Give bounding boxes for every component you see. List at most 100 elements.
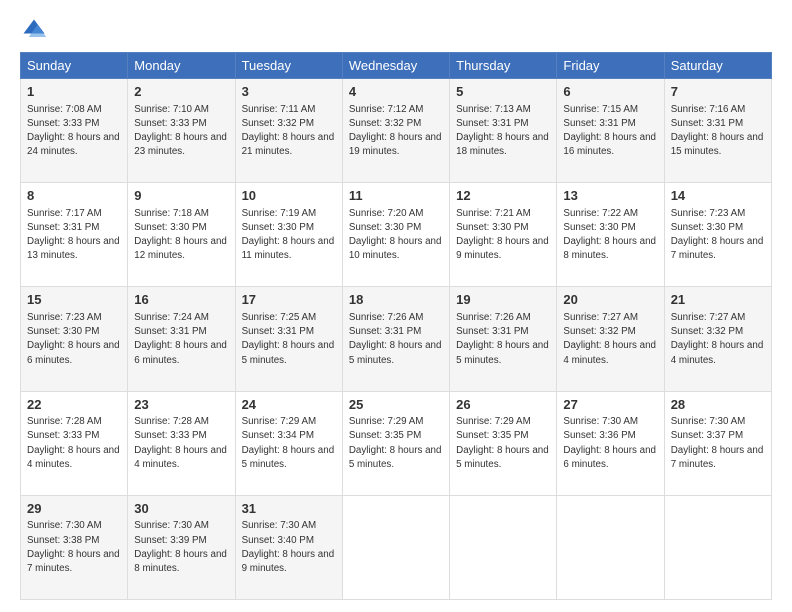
day-number: 11 [349, 187, 443, 205]
logo [20, 16, 52, 44]
day-info: Sunrise: 7:25 AMSunset: 3:31 PMDaylight:… [242, 312, 335, 366]
calendar-week-4: 22 Sunrise: 7:28 AMSunset: 3:33 PMDayligh… [21, 391, 772, 495]
calendar-cell: 19 Sunrise: 7:26 AMSunset: 3:31 PMDayligh… [450, 287, 557, 391]
calendar-cell: 24Sunrise: 7:29 AMSunset: 3:34 PMDayligh… [235, 391, 342, 495]
calendar-cell: 23Sunrise: 7:28 AMSunset: 3:33 PMDayligh… [128, 391, 235, 495]
weekday-header-thursday: Thursday [450, 53, 557, 79]
day-info: Sunrise: 7:26 AMSunset: 3:31 PMDaylight:… [349, 312, 442, 366]
calendar-cell: 16Sunrise: 7:24 AMSunset: 3:31 PMDayligh… [128, 287, 235, 391]
day-number: 19 [456, 291, 550, 309]
day-info: Sunrise: 7:19 AMSunset: 3:30 PMDaylight:… [242, 208, 335, 262]
day-info: Sunrise: 7:27 AMSunset: 3:32 PMDaylight:… [671, 312, 764, 366]
calendar-cell: 11 Sunrise: 7:20 AMSunset: 3:30 PMDayligh… [342, 183, 449, 287]
day-info: Sunrise: 7:30 AMSunset: 3:39 PMDaylight:… [134, 520, 227, 574]
calendar-cell: 20 Sunrise: 7:27 AMSunset: 3:32 PMDayligh… [557, 287, 664, 391]
calendar-cell: 22 Sunrise: 7:28 AMSunset: 3:33 PMDayligh… [21, 391, 128, 495]
day-number: 29 [27, 500, 121, 518]
day-number: 20 [563, 291, 657, 309]
calendar-cell: 14 Sunrise: 7:23 AMSunset: 3:30 PMDayligh… [664, 183, 771, 287]
calendar-week-3: 15Sunrise: 7:23 AMSunset: 3:30 PMDayligh… [21, 287, 772, 391]
day-info: Sunrise: 7:21 AMSunset: 3:30 PMDaylight:… [456, 208, 549, 262]
weekday-header-tuesday: Tuesday [235, 53, 342, 79]
day-number: 10 [242, 187, 336, 205]
calendar-cell: 2 Sunrise: 7:10 AMSunset: 3:33 PMDaylight… [128, 79, 235, 183]
calendar-cell: 1 Sunrise: 7:08 AMSunset: 3:33 PMDaylight… [21, 79, 128, 183]
calendar-cell: 28 Sunrise: 7:30 AMSunset: 3:37 PMDayligh… [664, 391, 771, 495]
calendar-cell: 21 Sunrise: 7:27 AMSunset: 3:32 PMDayligh… [664, 287, 771, 391]
calendar-table: SundayMondayTuesdayWednesdayThursdayFrid… [20, 52, 772, 600]
day-info: Sunrise: 7:20 AMSunset: 3:30 PMDaylight:… [349, 208, 442, 262]
day-number: 21 [671, 291, 765, 309]
day-number: 27 [563, 396, 657, 414]
day-number: 30 [134, 500, 228, 518]
day-info: Sunrise: 7:30 AMSunset: 3:37 PMDaylight:… [671, 416, 764, 470]
day-info: Sunrise: 7:15 AMSunset: 3:31 PMDaylight:… [563, 104, 656, 158]
day-number: 25 [349, 396, 443, 414]
day-info: Sunrise: 7:11 AMSunset: 3:32 PMDaylight:… [242, 104, 335, 158]
weekday-header-saturday: Saturday [664, 53, 771, 79]
calendar-cell: 26Sunrise: 7:29 AMSunset: 3:35 PMDayligh… [450, 391, 557, 495]
calendar-cell: 30 Sunrise: 7:30 AMSunset: 3:39 PMDayligh… [128, 495, 235, 599]
calendar-cell: 27 Sunrise: 7:30 AMSunset: 3:36 PMDayligh… [557, 391, 664, 495]
day-info: Sunrise: 7:12 AMSunset: 3:32 PMDaylight:… [349, 104, 442, 158]
day-number: 17 [242, 291, 336, 309]
calendar-cell: 7 Sunrise: 7:16 AMSunset: 3:31 PMDaylight… [664, 79, 771, 183]
day-number: 2 [134, 83, 228, 101]
day-number: 9 [134, 187, 228, 205]
calendar-cell [342, 495, 449, 599]
calendar-cell: 18 Sunrise: 7:26 AMSunset: 3:31 PMDayligh… [342, 287, 449, 391]
day-info: Sunrise: 7:30 AMSunset: 3:38 PMDaylight:… [27, 520, 120, 574]
weekday-header-monday: Monday [128, 53, 235, 79]
day-info: Sunrise: 7:22 AMSunset: 3:30 PMDaylight:… [563, 208, 656, 262]
day-number: 31 [242, 500, 336, 518]
calendar-cell: 12Sunrise: 7:21 AMSunset: 3:30 PMDayligh… [450, 183, 557, 287]
day-info: Sunrise: 7:28 AMSunset: 3:33 PMDaylight:… [27, 416, 120, 470]
day-info: Sunrise: 7:29 AMSunset: 3:34 PMDaylight:… [242, 416, 335, 470]
day-info: Sunrise: 7:27 AMSunset: 3:32 PMDaylight:… [563, 312, 656, 366]
day-info: Sunrise: 7:13 AMSunset: 3:31 PMDaylight:… [456, 104, 549, 158]
calendar-cell: 31 Sunrise: 7:30 AMSunset: 3:40 PMDayligh… [235, 495, 342, 599]
day-number: 15 [27, 291, 121, 309]
day-info: Sunrise: 7:26 AMSunset: 3:31 PMDaylight:… [456, 312, 549, 366]
day-info: Sunrise: 7:10 AMSunset: 3:33 PMDaylight:… [134, 104, 227, 158]
page: SundayMondayTuesdayWednesdayThursdayFrid… [0, 0, 792, 612]
calendar-cell: 3 Sunrise: 7:11 AMSunset: 3:32 PMDaylight… [235, 79, 342, 183]
day-info: Sunrise: 7:17 AMSunset: 3:31 PMDaylight:… [27, 208, 120, 262]
calendar-cell: 15Sunrise: 7:23 AMSunset: 3:30 PMDayligh… [21, 287, 128, 391]
calendar-cell: 25Sunrise: 7:29 AMSunset: 3:35 PMDayligh… [342, 391, 449, 495]
calendar-week-5: 29 Sunrise: 7:30 AMSunset: 3:38 PMDayligh… [21, 495, 772, 599]
day-number: 23 [134, 396, 228, 414]
calendar-week-1: 1 Sunrise: 7:08 AMSunset: 3:33 PMDaylight… [21, 79, 772, 183]
day-number: 22 [27, 396, 121, 414]
weekday-header-wednesday: Wednesday [342, 53, 449, 79]
day-number: 14 [671, 187, 765, 205]
day-info: Sunrise: 7:30 AMSunset: 3:40 PMDaylight:… [242, 520, 335, 574]
calendar-cell: 17 Sunrise: 7:25 AMSunset: 3:31 PMDayligh… [235, 287, 342, 391]
calendar-cell: 10 Sunrise: 7:19 AMSunset: 3:30 PMDayligh… [235, 183, 342, 287]
calendar-cell: 5Sunrise: 7:13 AMSunset: 3:31 PMDaylight… [450, 79, 557, 183]
header [20, 16, 772, 44]
day-number: 18 [349, 291, 443, 309]
calendar-header-row: SundayMondayTuesdayWednesdayThursdayFrid… [21, 53, 772, 79]
calendar-cell: 4 Sunrise: 7:12 AMSunset: 3:32 PMDaylight… [342, 79, 449, 183]
day-number: 13 [563, 187, 657, 205]
day-number: 8 [27, 187, 121, 205]
calendar-cell: 29 Sunrise: 7:30 AMSunset: 3:38 PMDayligh… [21, 495, 128, 599]
day-number: 4 [349, 83, 443, 101]
weekday-header-sunday: Sunday [21, 53, 128, 79]
calendar-cell: 13 Sunrise: 7:22 AMSunset: 3:30 PMDayligh… [557, 183, 664, 287]
day-info: Sunrise: 7:08 AMSunset: 3:33 PMDaylight:… [27, 104, 120, 158]
day-number: 7 [671, 83, 765, 101]
day-number: 28 [671, 396, 765, 414]
calendar-cell: 9Sunrise: 7:18 AMSunset: 3:30 PMDaylight… [128, 183, 235, 287]
day-info: Sunrise: 7:30 AMSunset: 3:36 PMDaylight:… [563, 416, 656, 470]
calendar-cell [450, 495, 557, 599]
calendar-cell: 6Sunrise: 7:15 AMSunset: 3:31 PMDaylight… [557, 79, 664, 183]
day-info: Sunrise: 7:24 AMSunset: 3:31 PMDaylight:… [134, 312, 227, 366]
day-info: Sunrise: 7:16 AMSunset: 3:31 PMDaylight:… [671, 104, 764, 158]
day-number: 1 [27, 83, 121, 101]
day-info: Sunrise: 7:23 AMSunset: 3:30 PMDaylight:… [671, 208, 764, 262]
day-number: 3 [242, 83, 336, 101]
day-info: Sunrise: 7:29 AMSunset: 3:35 PMDaylight:… [456, 416, 549, 470]
calendar-cell: 8 Sunrise: 7:17 AMSunset: 3:31 PMDaylight… [21, 183, 128, 287]
